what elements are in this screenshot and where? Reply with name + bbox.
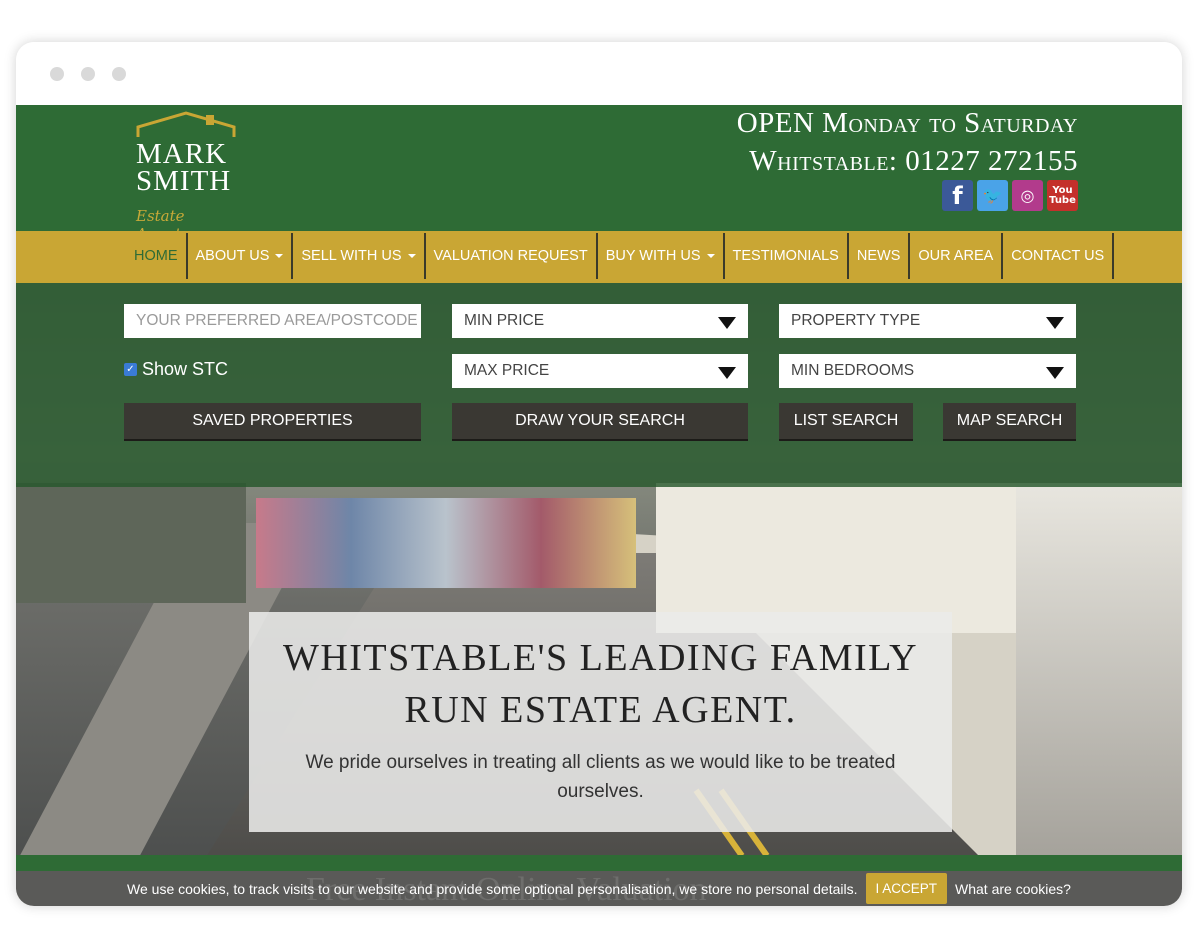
website: MARK SMITH Estate Agents OPEN Monday to …	[16, 105, 1182, 906]
nav-label: CONTACT US	[1011, 248, 1105, 264]
show-stc-checkbox[interactable]: ✓ Show STC	[124, 359, 228, 380]
min-price-value: MIN PRICE	[464, 312, 545, 329]
nav-item-testimonials[interactable]: TESTIMONIALS	[725, 233, 849, 279]
max-price-value: MAX PRICE	[464, 362, 550, 379]
contact-block: OPEN Monday to Saturday Whitstable: 0122…	[737, 105, 1078, 177]
nav-label: ABOUT US	[195, 248, 270, 264]
hero-title-line: WHITSTABLE'S LEADING FAMILY	[282, 637, 919, 679]
opening-hours: OPEN Monday to Saturday	[736, 107, 1078, 139]
hero-subtitle: We pride ourselves in treating all clien…	[305, 752, 896, 802]
window-dot-close[interactable]	[50, 67, 64, 81]
dropdown-arrow-icon	[1046, 317, 1064, 329]
nav-item-buy-with-us[interactable]: BUY WITH US	[598, 233, 725, 279]
cookie-accept-button[interactable]: I ACCEPT	[865, 873, 948, 904]
nav-label: HOME	[134, 248, 178, 264]
nav-item-about-us[interactable]: ABOUT US	[188, 233, 294, 279]
dropdown-arrow-icon	[1046, 367, 1064, 379]
show-stc-label: Show STC	[142, 359, 229, 379]
dropdown-arrow-icon	[718, 367, 736, 379]
twitter-icon[interactable]: 🐦	[977, 180, 1008, 211]
caret-down-icon	[706, 254, 715, 258]
hero-photo-shopfronts	[256, 498, 636, 588]
social-links: f 🐦 ◎ You Tube	[942, 180, 1078, 211]
logo-text-smith: SMITH	[136, 165, 232, 197]
hero-tagline-box: WHITSTABLE'S LEADING FAMILY RUN ESTATE A…	[249, 612, 952, 832]
nav-item-news[interactable]: NEWS	[849, 233, 911, 279]
caret-down-icon	[275, 254, 284, 258]
valuation-heading-behind-banner: Free Instant Online Valuation	[306, 871, 707, 906]
min-bedrooms-value: MIN BEDROOMS	[791, 362, 915, 379]
nav-item-sell-with-us[interactable]: SELL WITH US	[293, 233, 426, 279]
nav-label: NEWS	[856, 248, 901, 264]
hero-title: WHITSTABLE'S LEADING FAMILY RUN ESTATE A…	[249, 632, 952, 736]
logo-text-mark: MARK	[136, 138, 228, 170]
house-roof-icon	[136, 111, 236, 137]
property-type-select[interactable]: PROPERTY TYPE	[779, 304, 1076, 338]
min-price-select[interactable]: MIN PRICE	[452, 304, 748, 338]
property-type-value: PROPERTY TYPE	[791, 312, 921, 329]
nav-item-contact-us[interactable]: CONTACT US	[1003, 233, 1115, 279]
facebook-icon[interactable]: f	[942, 180, 973, 211]
nav-label: TESTIMONIALS	[732, 248, 839, 264]
valuation-strip	[16, 855, 1182, 871]
phone-number[interactable]: Whitstable: 01227 272155	[737, 145, 1078, 177]
nav-label: BUY WITH US	[605, 248, 701, 264]
hero-title-line: RUN ESTATE AGENT.	[404, 689, 797, 731]
nav-label: SELL WITH US	[301, 248, 402, 264]
caret-down-icon	[407, 254, 416, 258]
saved-properties-button[interactable]: SAVED PROPERTIES	[124, 403, 421, 439]
map-search-button[interactable]: MAP SEARCH	[943, 403, 1076, 439]
dropdown-arrow-icon	[718, 317, 736, 329]
window-dot-maximize[interactable]	[112, 67, 126, 81]
nav-label: OUR AREA	[918, 248, 994, 264]
youtube-icon[interactable]: You Tube	[1047, 180, 1078, 211]
draw-your-search-button[interactable]: DRAW YOUR SEARCH	[452, 403, 748, 439]
checkbox-checked-icon[interactable]: ✓	[124, 363, 137, 376]
main-nav: HOME ABOUT US SELL WITH US VALUATION REQ…	[16, 231, 1182, 283]
logo[interactable]: MARK SMITH Estate Agents	[134, 111, 238, 243]
browser-chrome	[16, 42, 1182, 105]
hero-photo-building	[656, 483, 1016, 633]
max-price-select[interactable]: MAX PRICE	[452, 354, 748, 388]
instagram-icon[interactable]: ◎	[1012, 180, 1043, 211]
nav-item-valuation-request[interactable]: VALUATION REQUEST	[426, 233, 598, 279]
hero-photo-cafe	[1016, 483, 1182, 858]
site-header: MARK SMITH Estate Agents OPEN Monday to …	[16, 105, 1182, 243]
list-search-button[interactable]: LIST SEARCH	[779, 403, 913, 439]
nav-item-home[interactable]: HOME	[126, 233, 188, 279]
property-search-panel: YOUR PREFERRED AREA/POSTCODE MIN PRICE P…	[16, 283, 1182, 487]
window-dot-minimize[interactable]	[81, 67, 95, 81]
nav-label: VALUATION REQUEST	[433, 248, 588, 264]
nav-item-our-area[interactable]: OUR AREA	[910, 233, 1004, 279]
min-bedrooms-select[interactable]: MIN BEDROOMS	[779, 354, 1076, 388]
area-postcode-input[interactable]: YOUR PREFERRED AREA/POSTCODE	[124, 304, 421, 338]
hero-banner: YOUR PREFERRED AREA/POSTCODE MIN PRICE P…	[16, 283, 1182, 858]
hero-photo-building	[16, 483, 246, 603]
browser-window: MARK SMITH Estate Agents OPEN Monday to …	[16, 42, 1182, 906]
what-are-cookies-link[interactable]: What are cookies?	[955, 881, 1071, 897]
